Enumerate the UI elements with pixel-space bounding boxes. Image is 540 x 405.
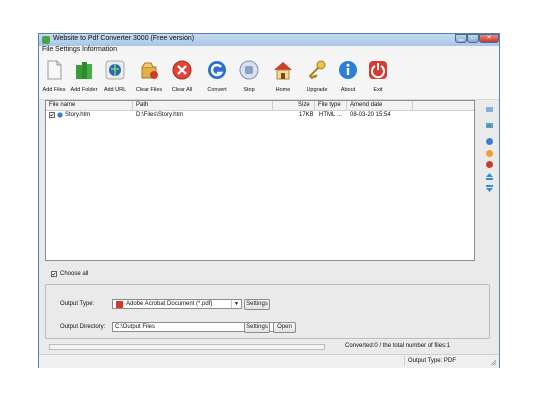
column-header-file-name[interactable]: File name (49, 102, 75, 108)
globe-small-icon[interactable] (485, 137, 494, 146)
upgrade-label: Upgrade (306, 87, 328, 93)
output-type-label: Output Type: (60, 301, 95, 307)
convert-icon (208, 61, 226, 79)
delete-icon[interactable] (485, 160, 494, 169)
about-label: About (340, 87, 356, 93)
menu-bar: File Settings Information (39, 46, 499, 55)
menu-file[interactable]: File (42, 46, 53, 53)
clear-all-icon (172, 60, 192, 80)
output-type-value: Adobe Acrobat Document (*.pdf) (126, 301, 213, 307)
column-header-size[interactable]: Size (298, 102, 310, 108)
image-icon[interactable] (485, 121, 494, 130)
add-url-label: Add URL (103, 87, 127, 93)
minimize-icon: ▁ (458, 35, 464, 41)
exit-label: Exit (373, 87, 383, 93)
stop-label: Stop (243, 87, 255, 93)
folder-icon (76, 62, 92, 79)
app-icon (42, 36, 50, 44)
key-icon (308, 60, 326, 80)
open-button[interactable]: Open (273, 322, 296, 333)
minimize-button[interactable]: ▁ (455, 34, 467, 43)
convert-button[interactable]: Convert (203, 59, 231, 97)
resize-grip-icon[interactable] (490, 359, 497, 366)
move-up-icon[interactable] (485, 172, 494, 181)
upgrade-button[interactable]: Upgrade (303, 59, 331, 97)
file-type-cell: HTML ... (319, 112, 342, 118)
power-icon (369, 61, 387, 79)
column-header-file-type[interactable]: File type (318, 102, 341, 108)
title-bar: Website to Pdf Converter 3000 (Free vers… (39, 34, 499, 46)
clear-files-button[interactable]: Clear Files (135, 59, 163, 97)
output-type-status: Output Type: PDF (404, 356, 456, 366)
status-bar: Output Type: PDF (39, 354, 499, 368)
clear-files-icon (141, 62, 158, 79)
add-files-label: Add Files (42, 87, 66, 93)
output-type-settings-button[interactable]: Settings (244, 299, 270, 310)
home-button[interactable]: Home (270, 59, 296, 97)
menu-information[interactable]: Information (82, 46, 117, 53)
exit-button[interactable]: Exit (365, 59, 391, 97)
row-checkbox[interactable] (49, 112, 55, 118)
add-url-button[interactable]: Add URL (101, 59, 129, 97)
about-button[interactable]: About (335, 59, 361, 97)
table-row[interactable]: Story.htm D:\Files\Story.htm 17KB HTML .… (46, 111, 474, 120)
maximize-button[interactable]: □ (467, 34, 479, 43)
home-icon (274, 62, 292, 80)
checkmark-icon (50, 113, 54, 117)
converted-status: Converted:0 / the total number of files:… (345, 343, 451, 349)
info-icon (339, 61, 357, 79)
output-directory-label: Output Directory: (60, 324, 106, 330)
chevron-down-icon: ▼ (231, 300, 241, 308)
document-icon (47, 60, 62, 80)
choose-all-checkbox[interactable] (51, 271, 57, 277)
convert-label: Convert (207, 87, 227, 93)
clear-files-label: Clear Files (135, 87, 163, 93)
output-directory-settings-button[interactable]: Settings (244, 322, 270, 333)
size-cell: 17KB (299, 112, 314, 118)
checkmark-icon (52, 272, 56, 276)
clear-all-label: Clear All (171, 87, 193, 93)
amend-date-cell: 08-03-20 15:54 (350, 112, 391, 118)
stop-icon (239, 60, 259, 80)
menu-settings[interactable]: Settings (55, 46, 80, 53)
window-title: Website to Pdf Converter 3000 (Free vers… (53, 35, 195, 42)
stop-button[interactable]: Stop (236, 59, 262, 97)
close-icon: ✕ (486, 35, 492, 41)
file-name-cell: Story.htm (65, 112, 91, 118)
clear-all-button[interactable]: Clear All (168, 59, 196, 97)
column-header-amend-date[interactable]: Amend date (350, 102, 382, 108)
orange-dot-icon[interactable] (485, 149, 494, 158)
add-folder-button[interactable]: Add Folder (68, 59, 100, 97)
html-file-icon (57, 112, 63, 118)
file-list[interactable]: File name Path Size File type Amend date… (45, 100, 475, 261)
progress-bar (49, 344, 325, 350)
list-view-icon[interactable] (485, 105, 494, 114)
add-folder-label: Add Folder (70, 87, 98, 93)
output-type-select[interactable]: Adobe Acrobat Document (*.pdf) ▼ (112, 299, 242, 309)
path-cell: D:\Files\Story.htm (136, 112, 184, 118)
globe-icon (105, 60, 125, 80)
column-header-path[interactable]: Path (136, 102, 148, 108)
toolbar: Add Files Add Folder Add URL Clear Files… (39, 55, 499, 100)
home-label: Home (275, 87, 291, 93)
close-button[interactable]: ✕ (479, 34, 499, 43)
move-down-icon[interactable] (485, 184, 494, 193)
maximize-icon: □ (471, 35, 475, 41)
pdf-icon (116, 301, 123, 308)
choose-all-label: Choose all (60, 271, 89, 277)
app-window: Website to Pdf Converter 3000 (Free vers… (38, 33, 500, 368)
add-files-button[interactable]: Add Files (41, 59, 67, 97)
file-list-header: File name Path Size File type Amend date (46, 101, 474, 111)
